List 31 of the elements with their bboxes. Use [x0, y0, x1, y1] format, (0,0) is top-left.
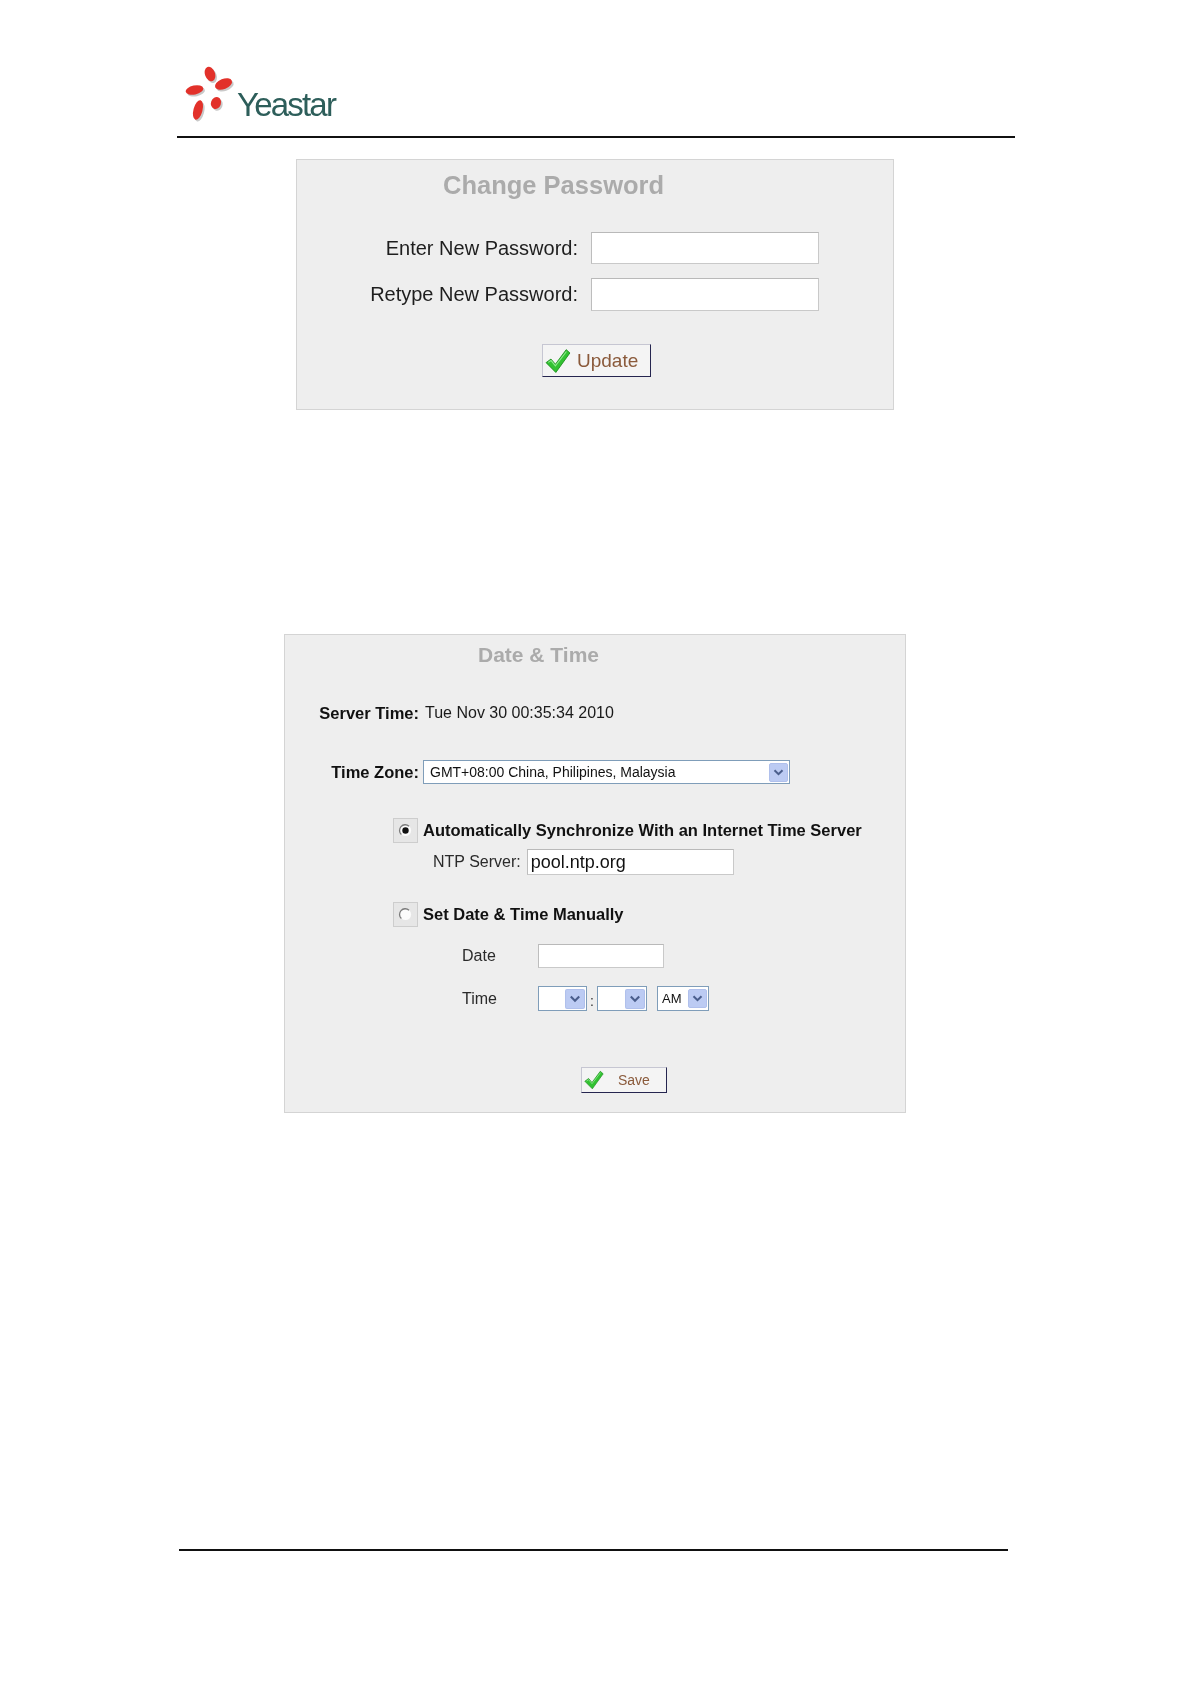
chevron-down-icon — [769, 762, 788, 782]
server-time-value: Tue Nov 30 00:35:34 2010 — [425, 704, 614, 722]
field-label: Retype New Password: — [369, 283, 578, 306]
ntp-server-field[interactable]: pool.ntp.org — [526, 849, 734, 875]
date-field[interactable] — [538, 944, 664, 968]
check-icon — [584, 1070, 604, 1090]
petal-logo-icon — [184, 66, 236, 122]
check-icon — [545, 347, 571, 374]
chevron-down-icon — [565, 988, 585, 1009]
field-label: Date — [462, 947, 497, 965]
panel-title: Change Password — [443, 171, 665, 199]
update-button[interactable]: Update — [542, 344, 651, 377]
save-button[interactable]: Save — [581, 1067, 667, 1093]
radio-option[interactable]: Set Date & Time Manually — [393, 902, 624, 927]
chevron-down-icon — [688, 989, 707, 1008]
time-separator: : — [589, 992, 595, 1011]
period-select[interactable]: AM — [657, 986, 709, 1011]
field-label: Server Time: — [319, 703, 419, 723]
hour-select[interactable] — [538, 986, 587, 1011]
password-field[interactable] — [591, 278, 819, 311]
minute-select[interactable] — [597, 986, 647, 1011]
panel-title: Date & Time — [478, 643, 599, 666]
field-label: Time Zone: — [331, 762, 419, 782]
chevron-down-icon — [625, 988, 645, 1009]
radio-option[interactable]: Automatically Synchronize With an Internet Time Server — [393, 818, 862, 843]
time-zone-select[interactable]: GMT+08:00 China, Philipines, Malaysia — [423, 760, 790, 784]
password-field[interactable] — [591, 232, 819, 264]
field-label: NTP Server: — [433, 853, 521, 871]
logo-text: Yeastar — [237, 87, 336, 123]
field-label: Enter New Password: — [384, 236, 578, 260]
field-label: Time — [462, 989, 498, 1008]
